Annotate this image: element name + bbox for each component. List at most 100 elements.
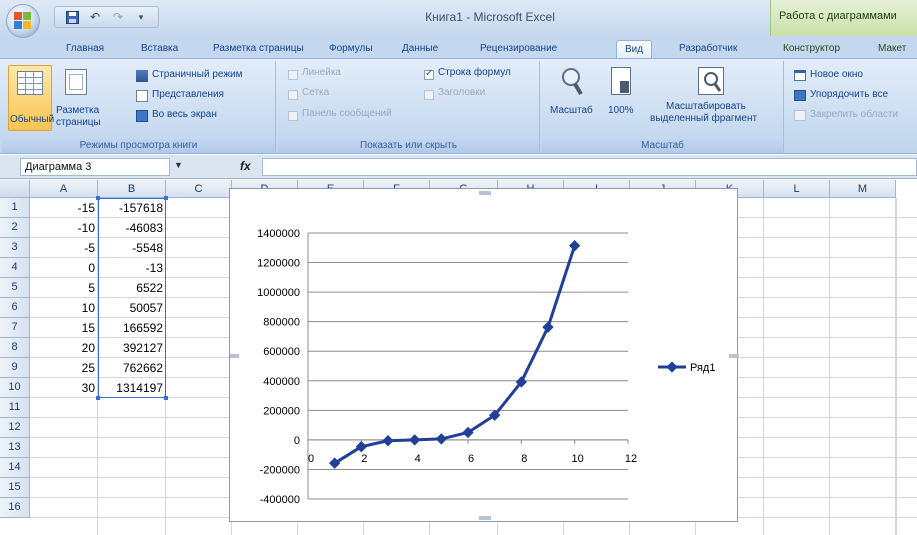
y-tick-label: 400000 <box>263 376 300 388</box>
resize-handle <box>230 354 239 358</box>
range-handle[interactable] <box>164 196 168 200</box>
new-window-label: Новое окно <box>810 69 863 80</box>
office-button[interactable] <box>6 4 40 38</box>
cell-a3[interactable]: -5 <box>30 238 98 258</box>
cell-a8[interactable]: 20 <box>30 338 98 358</box>
page-layout-view-button[interactable]: Разметка страницы <box>56 65 101 131</box>
resize-handle <box>479 516 491 520</box>
message-bar-checkbox[interactable] <box>288 111 298 121</box>
row-header-6[interactable]: 6 <box>0 298 30 318</box>
zoom-selection-label-2: выделенный фрагмент <box>650 113 758 124</box>
x-tick-label: 8 <box>521 453 527 465</box>
tab-review[interactable]: Рецензирование <box>480 40 557 58</box>
column-header-l[interactable]: L <box>764 180 830 198</box>
range-handle[interactable] <box>96 396 100 400</box>
range-handle[interactable] <box>164 396 168 400</box>
freeze-panes-label: Закрепить области <box>810 109 899 120</box>
ruler-label: Линейка <box>302 67 341 78</box>
cell-a7[interactable]: 15 <box>30 318 98 338</box>
formula-bar-checkbox[interactable] <box>424 68 434 80</box>
range-handle[interactable] <box>96 196 100 200</box>
cell-a4[interactable]: 0 <box>30 258 98 278</box>
tab-formulas[interactable]: Формулы <box>329 40 373 58</box>
cell-a2[interactable]: -10 <box>30 218 98 238</box>
row-header-2[interactable]: 2 <box>0 218 30 238</box>
page-layout-icon <box>65 69 87 95</box>
group-zoom: Масштаб 100% Масштабировать выделенный ф… <box>542 61 784 153</box>
cell-a1[interactable]: -15 <box>30 198 98 218</box>
full-screen-label: Во весь экран <box>152 109 217 120</box>
ribbon-tabs: Главная Вставка Разметка страницы Формул… <box>0 36 917 58</box>
column-header-b[interactable]: B <box>98 180 166 198</box>
row-header-4[interactable]: 4 <box>0 258 30 278</box>
cell-a9[interactable]: 25 <box>30 358 98 378</box>
chart-area[interactable]: 1400000 1200000 1000000 800000 600000 400000 2… <box>229 188 739 522</box>
zoom-selection-icon <box>698 67 724 95</box>
group-show-hide: Линейка Сетка Панель сообщений Строка фо… <box>278 61 540 153</box>
new-window-icon <box>794 70 806 81</box>
row-header-13[interactable]: 13 <box>0 438 30 458</box>
chart-data-range-highlight <box>98 198 166 398</box>
tab-view[interactable]: Вид <box>616 40 653 58</box>
row-header-11[interactable]: 11 <box>0 398 30 418</box>
gridlines-label: Сетка <box>302 87 330 98</box>
ruler-checkbox[interactable] <box>288 70 298 80</box>
row-header-16[interactable]: 16 <box>0 498 30 518</box>
redo-icon[interactable]: ↷ <box>109 9 127 25</box>
magnifier-icon <box>562 68 583 96</box>
row-header-7[interactable]: 7 <box>0 318 30 338</box>
tab-insert[interactable]: Вставка <box>141 40 178 58</box>
cell-a5[interactable]: 5 <box>30 278 98 298</box>
zoom-button[interactable]: Масштаб <box>548 65 596 131</box>
insert-function-button[interactable]: fx <box>240 159 251 173</box>
formula-input[interactable] <box>262 158 917 176</box>
tab-design[interactable]: Конструктор <box>783 40 840 58</box>
customize-qat-icon[interactable]: ▾ <box>132 9 150 25</box>
x-tick-label: 10 <box>572 453 584 465</box>
select-all-corner[interactable] <box>0 180 30 198</box>
row-header-14[interactable]: 14 <box>0 458 30 478</box>
row-header-3[interactable]: 3 <box>0 238 30 258</box>
y-tick-label: 1000000 <box>257 287 300 299</box>
row-header-5[interactable]: 5 <box>0 278 30 298</box>
tab-page-layout[interactable]: Разметка страницы <box>213 40 304 58</box>
cell-a10[interactable]: 30 <box>30 378 98 398</box>
zoom-100-button[interactable]: 100% <box>604 65 638 131</box>
page-layout-label-1: Разметка <box>56 105 100 116</box>
page-break-label: Страничный режим <box>152 69 243 80</box>
row-header-10[interactable]: 10 <box>0 378 30 398</box>
gridlines-checkbox[interactable] <box>288 90 298 100</box>
headings-checkbox[interactable] <box>424 90 434 100</box>
zoom-selection-button[interactable]: Масштабировать выделенный фрагмент <box>642 65 782 131</box>
row-header-15[interactable]: 15 <box>0 478 30 498</box>
resize-handle <box>729 354 739 358</box>
row-header-8[interactable]: 8 <box>0 338 30 358</box>
column-header-c[interactable]: C <box>166 180 232 198</box>
undo-icon[interactable]: ↶ <box>86 9 104 25</box>
tab-developer[interactable]: Разработчик <box>679 40 737 58</box>
cell-a6[interactable]: 10 <box>30 298 98 318</box>
tab-home[interactable]: Главная <box>66 40 104 58</box>
gridline-col <box>829 198 830 535</box>
y-tick-label: 600000 <box>263 346 300 358</box>
chart-svg: 1400000 1200000 1000000 800000 600000 400000 2… <box>230 191 739 521</box>
column-header-a[interactable]: A <box>30 180 98 198</box>
row-header-1[interactable]: 1 <box>0 198 30 218</box>
worksheet-grid[interactable]: ABCDEFGHIJKLM 12345678910111213141516 -1… <box>0 180 917 535</box>
tab-data[interactable]: Данные <box>402 40 438 58</box>
x-tick-label: 6 <box>468 453 474 465</box>
arrange-all-icon <box>794 90 806 101</box>
zoom-selection-label-1: Масштабировать <box>666 101 746 112</box>
row-header-9[interactable]: 9 <box>0 358 30 378</box>
tab-layout[interactable]: Макет <box>878 40 906 58</box>
name-box[interactable]: Диаграмма 3 <box>20 158 170 176</box>
y-tick-label: 1200000 <box>257 258 300 270</box>
name-box-dropdown-icon[interactable]: ▼ <box>174 160 183 170</box>
normal-view-button[interactable]: Обычный <box>8 65 54 131</box>
row-header-12[interactable]: 12 <box>0 418 30 438</box>
save-icon[interactable] <box>63 9 81 25</box>
group-workbook-views: Обычный Разметка страницы Страничный реж… <box>2 61 276 153</box>
y-tick-label: 200000 <box>263 405 300 417</box>
y-tick-label: -200000 <box>260 464 300 476</box>
column-header-m[interactable]: M <box>830 180 896 198</box>
